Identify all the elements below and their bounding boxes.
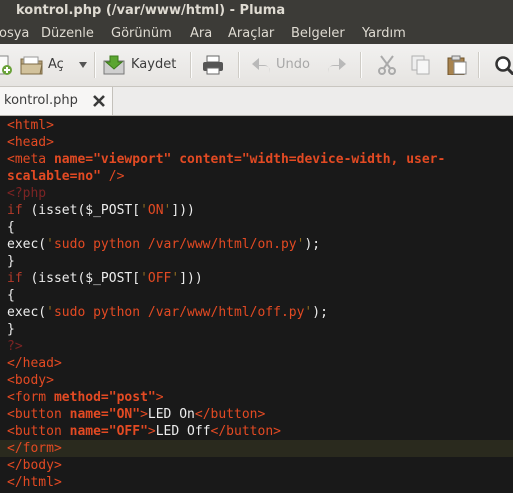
toolbar-separator <box>190 52 192 78</box>
code-line: <body> <box>7 373 54 388</box>
code-line: } <box>7 322 15 337</box>
tab-bar: kontrol.php <box>0 87 513 116</box>
code-line: <html> <box>7 118 54 133</box>
menu-tools[interactable]: Araçlar <box>228 22 274 44</box>
open-label: Aç <box>48 57 64 72</box>
menu-view[interactable]: Görünüm <box>111 22 172 44</box>
print-button[interactable] <box>202 44 226 86</box>
title-bar: kontrol.php (/var/www/html) - Pluma <box>0 0 513 22</box>
redo-button[interactable] <box>326 44 350 86</box>
open-button[interactable]: Aç <box>20 44 66 86</box>
menu-bar: osya Düzenle Görünüm Ara Araçlar Belgele… <box>0 22 513 44</box>
code-line: <head> <box>7 135 54 150</box>
code-line: <?php <box>7 186 47 201</box>
copy-icon <box>411 55 430 75</box>
code-line: exec('sudo python /var/www/html/on.py'); <box>7 237 321 252</box>
code-line: { <box>7 220 15 235</box>
toolbar-separator <box>238 52 240 78</box>
redo-icon <box>328 58 346 73</box>
close-icon[interactable] <box>92 94 106 108</box>
code-line: if (isset($_POST['OFF'])) <box>7 271 203 286</box>
code-line: <button name="ON">LED On</button> <box>7 407 266 422</box>
code-line: exec('sudo python /var/www/html/off.py')… <box>7 305 328 320</box>
dropdown-arrow-icon <box>79 62 87 68</box>
code-line: </form> <box>7 441 62 456</box>
open-recent-dropdown[interactable] <box>78 44 90 86</box>
toolbar: Aç Kaydet Undo <box>0 44 513 87</box>
code-line: </body> <box>7 458 62 473</box>
save-button[interactable]: Kaydet <box>103 44 183 86</box>
paste-icon <box>447 55 467 75</box>
search-button[interactable] <box>494 44 513 86</box>
new-document-icon <box>0 55 12 75</box>
code-line: <button name="OFF">LED Off</button> <box>7 424 281 439</box>
paste-button[interactable] <box>446 44 468 86</box>
copy-button[interactable] <box>410 44 432 86</box>
code-editor[interactable]: <html> <head> <meta name="viewport" conten… <box>0 116 513 493</box>
menu-search[interactable]: Ara <box>190 22 212 44</box>
undo-button[interactable]: Undo <box>250 44 318 86</box>
code-line: <meta name="viewport" content="width=dev… <box>7 152 446 167</box>
save-label: Kaydet <box>131 57 177 72</box>
menu-documents[interactable]: Belgeler <box>291 22 345 44</box>
window-title: kontrol.php (/var/www/html) - Pluma <box>16 3 286 18</box>
code-line: if (isset($_POST['ON'])) <box>7 203 195 218</box>
menu-edit[interactable]: Düzenle <box>41 22 94 44</box>
new-button[interactable] <box>0 44 14 86</box>
code-line: scalable=no" /> <box>7 169 125 184</box>
menu-file[interactable]: osya <box>0 22 29 44</box>
code-line: </html> <box>7 475 62 490</box>
cut-icon <box>378 55 396 75</box>
toolbar-separator <box>360 52 362 78</box>
cut-button[interactable] <box>376 44 398 86</box>
save-icon <box>103 55 125 75</box>
code-line: { <box>7 288 15 303</box>
code-line: <form method="post"> <box>7 390 164 405</box>
code-line: ?> <box>7 339 23 354</box>
undo-icon <box>252 58 270 73</box>
open-folder-icon <box>20 56 43 75</box>
tab-kontrol-php[interactable]: kontrol.php <box>0 87 113 115</box>
print-icon <box>203 55 223 75</box>
search-icon <box>495 56 513 75</box>
toolbar-separator <box>94 52 96 78</box>
menu-help[interactable]: Yardım <box>362 22 406 44</box>
toolbar-separator <box>478 52 480 78</box>
tab-label: kontrol.php <box>4 93 78 108</box>
current-line-highlight <box>0 440 513 457</box>
code-line: } <box>7 254 15 269</box>
code-line: </head> <box>7 356 62 371</box>
undo-label: Undo <box>276 57 310 72</box>
